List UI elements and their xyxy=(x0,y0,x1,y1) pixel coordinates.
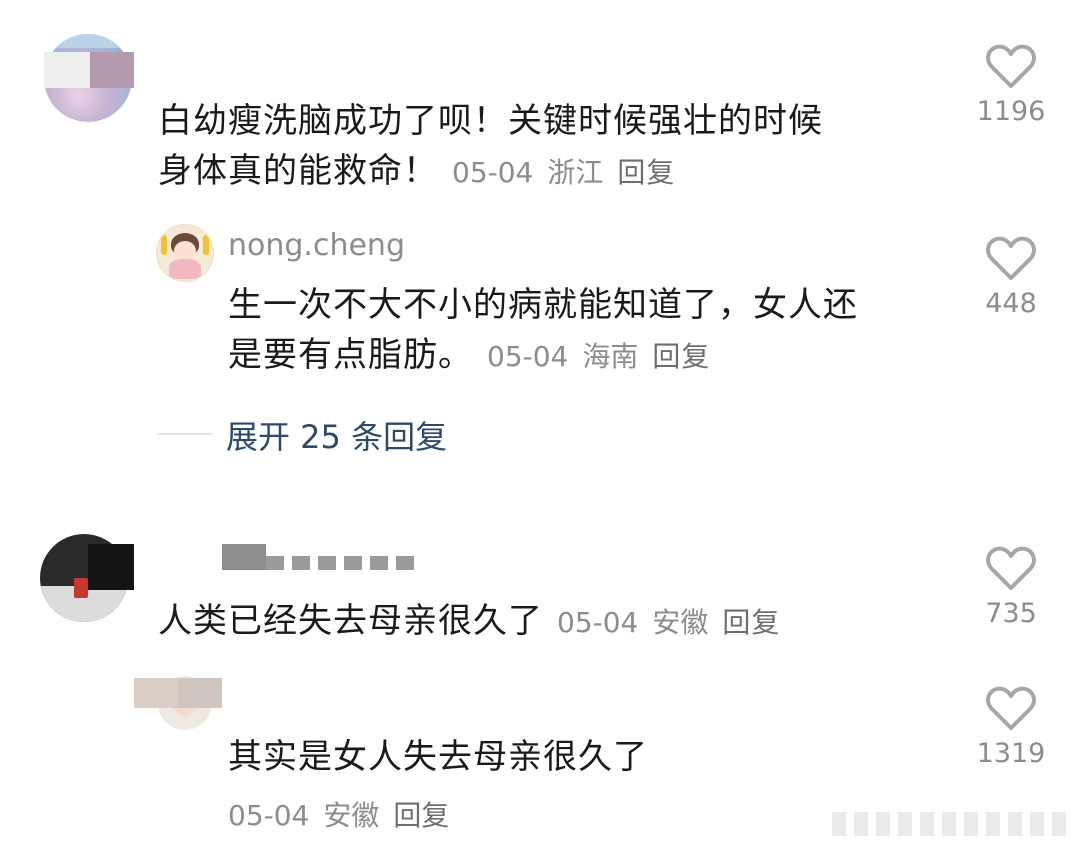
reply-text: 其实是女人失去母亲很久了 xyxy=(228,737,648,777)
reply-text: 生一次不大不小的病就能知道了，女人还 是要有点脂肪。 05-04 海南 回复 xyxy=(228,280,948,382)
reply-button[interactable]: 回复 xyxy=(722,606,780,639)
heart-icon xyxy=(986,546,1036,590)
heart-icon xyxy=(986,44,1036,88)
divider-line xyxy=(158,433,212,435)
reply-button[interactable]: 回复 xyxy=(652,340,710,373)
avatar[interactable] xyxy=(156,224,214,282)
redacted-username xyxy=(178,678,222,708)
redacted-username xyxy=(266,556,422,570)
heart-icon xyxy=(986,686,1036,730)
redacted-username xyxy=(88,544,134,590)
reply-date: 05-04 xyxy=(487,340,569,373)
comment-text-line: 白幼瘦洗脑成功了呗！关键时候强壮的时候 xyxy=(158,101,823,141)
redacted-username xyxy=(134,678,178,708)
comment-text-line-2: 身体真的能救命！ xyxy=(158,151,438,191)
watermark xyxy=(832,812,1068,836)
expand-replies-label[interactable]: 展开 25 条回复 xyxy=(226,412,447,458)
comment-text: 人类已经失去母亲很久了 05-04 安徽 回复 xyxy=(158,596,958,648)
comment-text-line: 人类已经失去母亲很久了 05-04 安徽 回复 xyxy=(158,596,958,648)
comment-location: 浙江 xyxy=(547,156,604,189)
like-button[interactable]: 735 xyxy=(966,546,1056,629)
reply-text-line: 生一次不大不小的病就能知道了，女人还 xyxy=(228,285,858,325)
reply-button[interactable]: 回复 xyxy=(393,799,449,832)
like-count: 1319 xyxy=(976,738,1046,769)
reply-username[interactable]: nong.cheng xyxy=(228,228,405,263)
comment-text-line: 身体真的能救命！ 05-04 浙江 回复 xyxy=(158,146,938,198)
like-count: 735 xyxy=(985,598,1037,629)
reply-button[interactable]: 回复 xyxy=(617,156,675,189)
redacted-username xyxy=(222,544,266,570)
redacted-username xyxy=(90,52,134,88)
redacted-username xyxy=(44,52,90,88)
reply-location: 安徽 xyxy=(323,799,380,832)
heart-icon xyxy=(986,236,1036,280)
reply-text-line-2: 是要有点脂肪。 xyxy=(228,335,473,375)
reply-location: 海南 xyxy=(582,340,639,373)
like-count: 1196 xyxy=(976,96,1046,127)
comment-date: 05-04 xyxy=(557,606,639,639)
comment-location: 安徽 xyxy=(652,606,709,639)
like-button[interactable]: 1196 xyxy=(966,44,1056,127)
comment-text-content: 人类已经失去母亲很久了 xyxy=(158,601,543,641)
comment-date: 05-04 xyxy=(452,156,534,189)
like-button[interactable]: 448 xyxy=(966,236,1056,319)
like-button[interactable]: 1319 xyxy=(966,686,1056,769)
reply-meta: 05-04 安徽 回复 xyxy=(214,794,449,834)
reply-text-line: 是要有点脂肪。 05-04 海南 回复 xyxy=(228,330,948,382)
comment-text: 白幼瘦洗脑成功了呗！关键时候强壮的时候 身体真的能救命！ 05-04 浙江 回复 xyxy=(158,96,938,198)
like-count: 448 xyxy=(985,288,1037,319)
reply-date: 05-04 xyxy=(228,799,310,832)
